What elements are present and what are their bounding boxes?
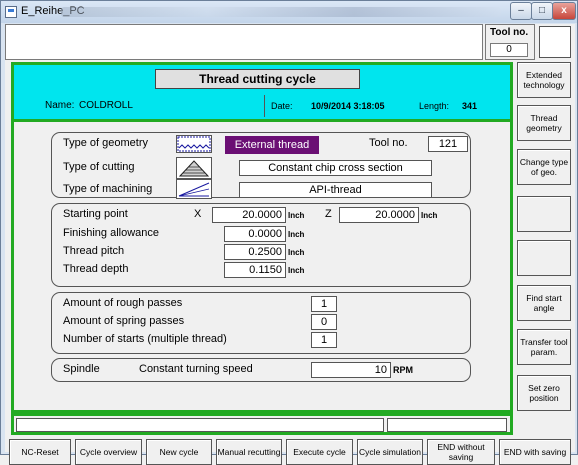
title-bar[interactable]: E_Reihe_PC – □ x: [1, 1, 577, 23]
machining-type-icon[interactable]: [176, 179, 212, 199]
softkey-empty-1[interactable]: [517, 196, 571, 232]
z-label: Z: [325, 208, 332, 220]
cutting-type-icon[interactable]: [176, 157, 212, 179]
finishing-allowance-label: Finishing allowance: [63, 227, 159, 239]
number-of-starts-input[interactable]: 1: [311, 332, 337, 348]
spindle-unit: RPM: [393, 365, 413, 375]
depth-unit: Inch: [288, 266, 305, 275]
cycle-header: Thread cutting cycle Name: COLDROLL Date…: [14, 65, 510, 119]
find-start-angle-button[interactable]: Find start angle: [517, 285, 571, 321]
tool-no-value: 0: [490, 43, 528, 57]
status-message-field: [16, 418, 384, 432]
spindle-label: Spindle: [63, 363, 100, 375]
maximize-button[interactable]: □: [531, 2, 553, 20]
end-without-saving-button[interactable]: END without saving: [427, 439, 495, 465]
transfer-tool-param-button[interactable]: Transfer tool param.: [517, 329, 571, 365]
type-machining-label: Type of machining: [63, 183, 153, 195]
type-cutting-label: Type of cutting: [63, 161, 135, 173]
start-z-input[interactable]: 20.0000: [339, 207, 419, 223]
name-label: Name:: [45, 100, 75, 111]
name-value: COLDROLL: [79, 100, 133, 111]
set-zero-position-button[interactable]: Set zero position: [517, 375, 571, 411]
tool-number-display: Tool no. 0: [485, 24, 535, 60]
finishing-allowance-input[interactable]: 0.0000: [224, 226, 286, 242]
date-label: Date:: [271, 101, 293, 111]
client-area: Tool no. 0 Thread cutting cycle Name: CO…: [5, 24, 575, 465]
softkey-empty-2[interactable]: [517, 240, 571, 276]
page-title: Thread cutting cycle: [155, 69, 360, 89]
manual-recutting-button[interactable]: Manual recutting: [216, 439, 282, 465]
finishing-unit: Inch: [288, 230, 305, 239]
pitch-unit: Inch: [288, 248, 305, 257]
external-thread-icon: [177, 136, 211, 152]
extended-technology-button[interactable]: Extended technology: [517, 62, 571, 98]
type-geometry-label: Type of geometry: [63, 137, 148, 149]
x-label: X: [194, 208, 202, 220]
execute-cycle-button[interactable]: Execute cycle: [286, 439, 353, 465]
start-x-input[interactable]: 20.0000: [212, 207, 286, 223]
spindle-mode: Constant turning speed: [139, 363, 253, 375]
nc-reset-button[interactable]: NC-Reset: [9, 439, 71, 465]
minimize-button[interactable]: –: [510, 2, 532, 20]
spring-passes-input[interactable]: 0: [311, 314, 337, 330]
cycle-simulation-button[interactable]: Cycle simulation: [357, 439, 423, 465]
spring-passes-label: Amount of spring passes: [63, 315, 185, 327]
status-bar: [11, 413, 513, 435]
title-bar-blur: [61, 7, 501, 17]
length-value: 341: [462, 101, 478, 111]
tool-no-geo-label: Tool no.: [369, 137, 408, 149]
app-icon: [5, 6, 17, 18]
starting-point-label: Starting point: [63, 208, 128, 220]
thread-pitch-input[interactable]: 0.2500: [224, 244, 286, 260]
tool-no-input[interactable]: 121: [428, 136, 468, 152]
thread-geometry-icon[interactable]: [176, 135, 212, 153]
thread-pitch-label: Thread pitch: [63, 245, 125, 257]
end-with-saving-button[interactable]: END with saving: [499, 439, 571, 465]
thread-depth-label: Thread depth: [63, 263, 129, 275]
thread-depth-input[interactable]: 0.1150: [224, 262, 286, 278]
tool-no-label: Tool no.: [490, 27, 529, 38]
z-unit: Inch: [421, 211, 438, 220]
length-label: Length:: [419, 101, 450, 111]
header-separator: [14, 119, 510, 122]
rough-passes-label: Amount of rough passes: [63, 297, 183, 309]
machining-type-field[interactable]: API-thread: [239, 182, 432, 198]
message-field: [5, 24, 483, 60]
close-button[interactable]: x: [552, 2, 576, 20]
cycle-panel: Thread cutting cycle Name: COLDROLL Date…: [11, 62, 513, 413]
spindle-speed-input[interactable]: 10: [311, 362, 391, 378]
cycle-overview-button[interactable]: Cycle overview: [75, 439, 142, 465]
header-divider: [264, 95, 265, 117]
date-value: 10/9/2014 3:18:05: [311, 101, 385, 111]
rough-passes-input[interactable]: 1: [311, 296, 337, 312]
thread-geometry-button[interactable]: Thread geometry: [517, 105, 571, 141]
cutting-type-field[interactable]: Constant chip cross section: [239, 160, 432, 176]
status-info-field: [387, 418, 507, 432]
change-type-of-geo-button[interactable]: Change type of geo.: [517, 149, 571, 185]
application-window: E_Reihe_PC – □ x Tool no. 0 Thread cutti…: [0, 0, 578, 465]
status-indicator: [539, 26, 571, 58]
number-of-starts-label: Number of starts (multiple thread): [63, 333, 227, 345]
x-unit: Inch: [288, 211, 305, 220]
api-thread-icon: [177, 180, 211, 198]
geometry-type-value[interactable]: External thread: [225, 136, 319, 154]
chip-section-icon: [177, 158, 211, 178]
new-cycle-button[interactable]: New cycle: [146, 439, 212, 465]
